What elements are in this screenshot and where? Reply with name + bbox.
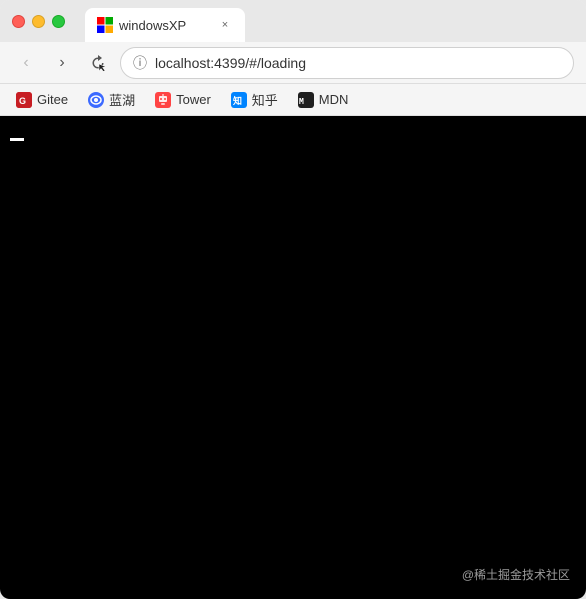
tab-favicon xyxy=(97,17,113,33)
bookmarks-bar: G Gitee 蓝湖 xyxy=(0,84,586,116)
bookmark-mdn[interactable]: M MDN xyxy=(290,89,357,111)
window-controls xyxy=(12,15,65,28)
zhihu-icon: 知 xyxy=(231,92,247,108)
address-text: localhost:4399/#/loading xyxy=(155,55,306,71)
address-bar[interactable]: ⓘ localhost:4399/#/loading xyxy=(120,47,574,79)
forward-button[interactable]: › xyxy=(48,49,76,77)
loading-cursor xyxy=(10,138,24,141)
maximize-button[interactable] xyxy=(52,15,65,28)
reload-button-container[interactable] xyxy=(84,49,112,77)
bookmark-tower[interactable]: Tower xyxy=(147,89,219,111)
lanhu-label: 蓝湖 xyxy=(109,90,135,109)
zhihu-label: 知乎 xyxy=(252,90,278,109)
page-content: @稀土掘金技术社区 xyxy=(0,116,586,599)
bookmark-lanhu[interactable]: 蓝湖 xyxy=(80,87,143,112)
tab-bar: windowsXP × xyxy=(85,0,574,42)
mdn-icon: M xyxy=(298,92,314,108)
svg-text:G: G xyxy=(19,96,26,106)
title-bar: windowsXP × xyxy=(0,0,586,42)
mdn-label: MDN xyxy=(319,92,349,107)
active-tab[interactable]: windowsXP × xyxy=(85,8,245,42)
close-button[interactable] xyxy=(12,15,25,28)
svg-text:知: 知 xyxy=(232,95,242,106)
tab-close-button[interactable]: × xyxy=(217,17,233,33)
svg-text:M: M xyxy=(299,97,304,106)
tab-label: windowsXP xyxy=(119,18,211,33)
tower-label: Tower xyxy=(176,92,211,107)
browser-window: windowsXP × ‹ › ⓘ localhost:4399/#/loadi… xyxy=(0,0,586,599)
toolbar: ‹ › ⓘ localhost:4399/#/loading xyxy=(0,42,586,84)
info-icon: ⓘ xyxy=(133,53,147,73)
reload-button[interactable] xyxy=(84,49,112,77)
bookmark-gitee[interactable]: G Gitee xyxy=(8,89,76,111)
minimize-button[interactable] xyxy=(32,15,45,28)
tower-icon xyxy=(155,92,171,108)
bookmark-zhihu[interactable]: 知 知乎 xyxy=(223,87,286,112)
gitee-label: Gitee xyxy=(37,92,68,107)
reload-icon xyxy=(89,54,107,72)
lanhu-icon xyxy=(88,92,104,108)
back-button[interactable]: ‹ xyxy=(12,49,40,77)
watermark: @稀土掘金技术社区 xyxy=(462,566,570,583)
gitee-icon: G xyxy=(16,92,32,108)
